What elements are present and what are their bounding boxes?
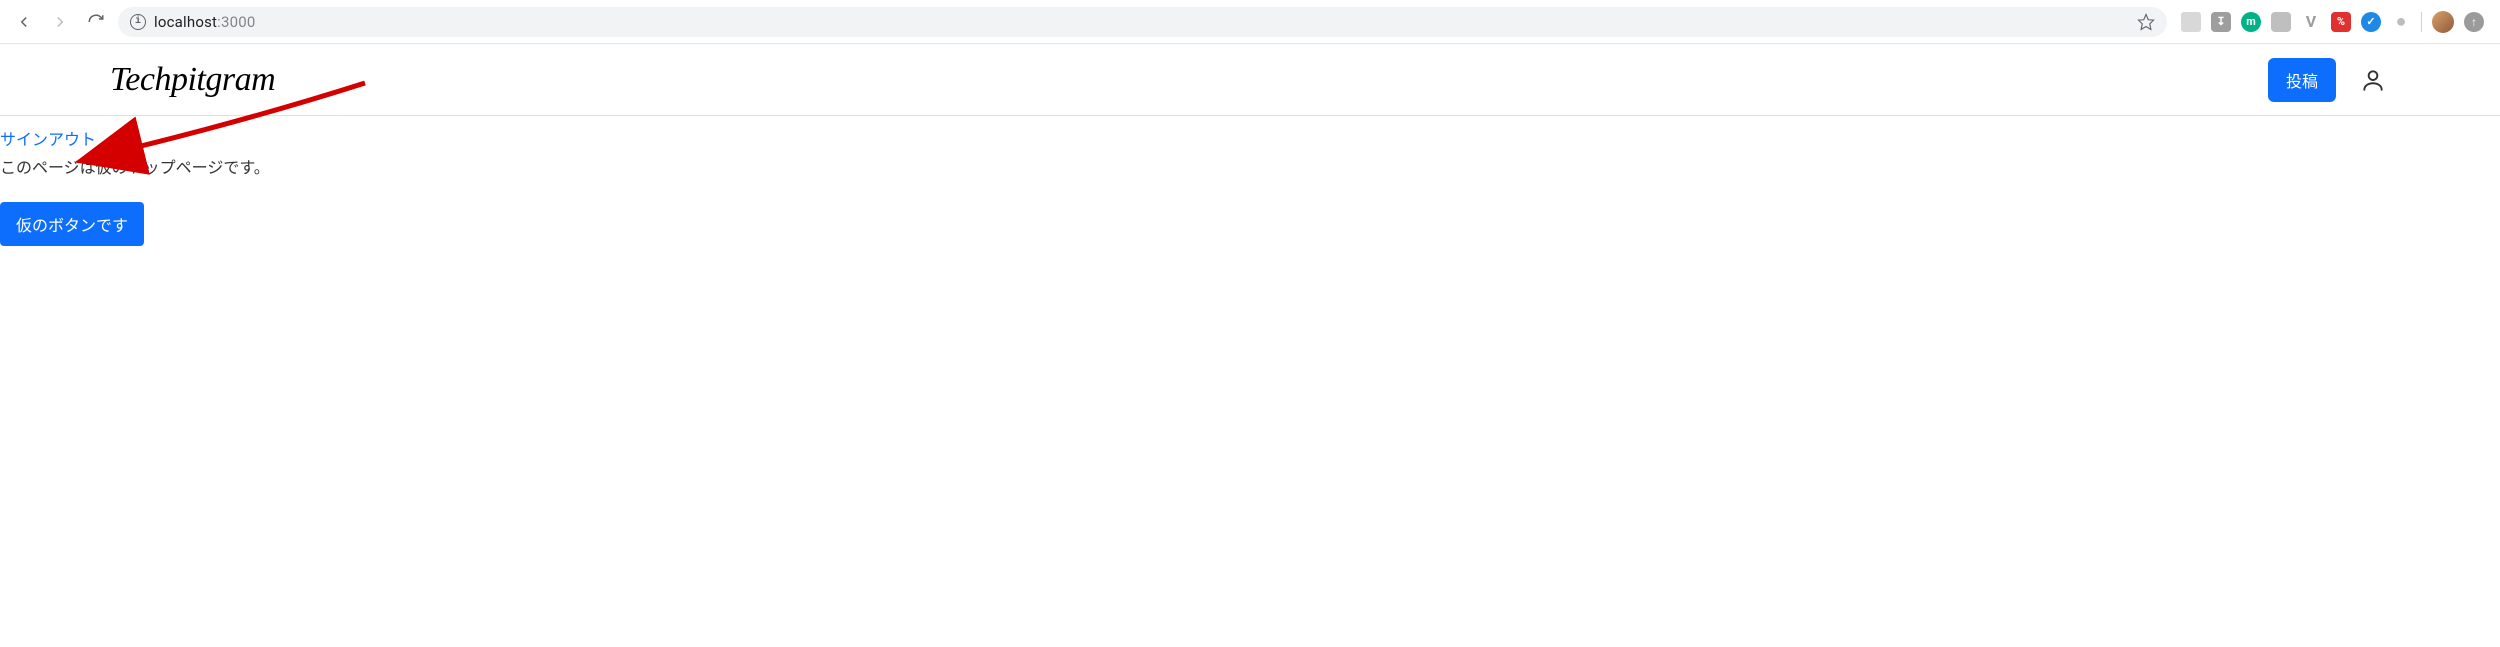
ext-dot-gray-icon[interactable]: ● <box>2391 12 2411 32</box>
site-info-icon[interactable]: i <box>130 14 146 30</box>
url-text: localhost:3000 <box>154 13 256 31</box>
ext-v-gray-icon[interactable]: V <box>2301 12 2321 32</box>
upload-button-icon[interactable]: ↑ <box>2464 12 2484 32</box>
app-header: Techpitgram 投稿 <box>0 44 2500 116</box>
address-bar[interactable]: i localhost:3000 <box>118 7 2167 37</box>
url-host: localhost <box>154 13 217 31</box>
url-port: :3000 <box>217 13 255 31</box>
extension-separator <box>2421 12 2422 32</box>
app-logo[interactable]: Techpitgram <box>110 61 275 99</box>
page: Techpitgram 投稿 サインアウト こ <box>0 44 2500 266</box>
ext-percent-red-icon[interactable]: % <box>2331 12 2351 32</box>
temp-button[interactable]: 仮のボタンです <box>0 202 144 246</box>
post-button[interactable]: 投稿 <box>2268 58 2336 102</box>
ext-square-gray-icon[interactable] <box>2181 12 2201 32</box>
placeholder-text: このページは仮のトップページです。 <box>0 154 2500 178</box>
ext-cam-gray-icon[interactable] <box>2271 12 2291 32</box>
signout-link[interactable]: サインアウト <box>0 126 96 150</box>
extension-icons: ↧ m V % ✓ ● ↑ <box>2175 11 2490 33</box>
main-content: サインアウト このページは仮のトップページです。 仮のボタンです <box>0 116 2500 266</box>
reload-button[interactable] <box>82 8 110 36</box>
profile-avatar[interactable] <box>2432 11 2454 33</box>
bookmark-star-icon[interactable] <box>2137 13 2155 31</box>
user-icon[interactable] <box>2356 63 2390 97</box>
ext-check-blue-icon[interactable]: ✓ <box>2361 12 2381 32</box>
forward-button[interactable] <box>46 8 74 36</box>
back-button[interactable] <box>10 8 38 36</box>
ext-m-green-icon[interactable]: m <box>2241 12 2261 32</box>
ext-download-gray-icon[interactable]: ↧ <box>2211 12 2231 32</box>
browser-toolbar: i localhost:3000 ↧ m V % ✓ ● ↑ <box>0 0 2500 44</box>
header-right: 投稿 <box>2268 58 2390 102</box>
